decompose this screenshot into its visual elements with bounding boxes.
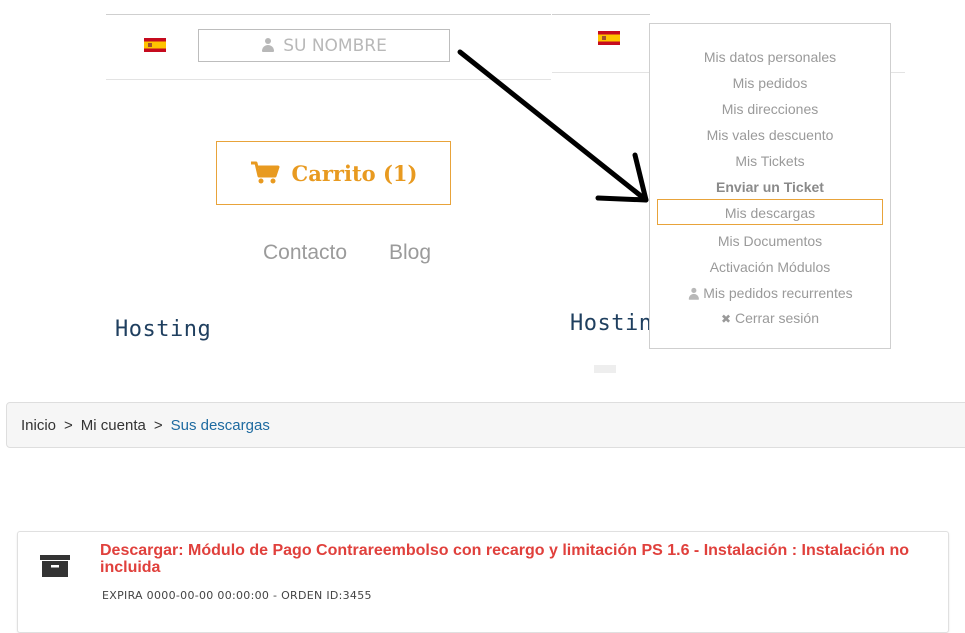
header-top-divider: [106, 14, 551, 15]
breadcrumb-inicio[interactable]: Inicio: [21, 417, 56, 434]
account-dropdown-menu: Mis datos personales Mis pedidos Mis dir…: [649, 23, 891, 349]
breadcrumb-separator: >: [153, 416, 163, 434]
scroll-indicator: [594, 365, 616, 373]
menu-item-activacion-modulos[interactable]: Activación Módulos: [650, 259, 890, 275]
breadcrumb-separator: >: [64, 416, 73, 434]
menu-item-enviar-ticket[interactable]: Enviar un Ticket: [650, 179, 890, 195]
menu-item-pedidos-recurrentes-label: Mis pedidos recurrentes: [703, 285, 853, 301]
menu-item-pedidos[interactable]: Mis pedidos: [650, 75, 890, 91]
menu-item-direcciones[interactable]: Mis direcciones: [650, 101, 890, 117]
cart-label: Carrito (1): [291, 160, 418, 186]
nav-link-blog[interactable]: Blog: [389, 241, 431, 265]
archive-icon: [40, 555, 70, 577]
header-top-divider-right: [552, 14, 650, 15]
breadcrumb-mi-cuenta[interactable]: Mi cuenta: [81, 417, 146, 434]
hosting-menu-link[interactable]: Hosting: [115, 317, 211, 342]
user-icon: [688, 287, 700, 300]
menu-item-documentos[interactable]: Mis Documentos: [650, 233, 890, 249]
menu-item-pedidos-recurrentes[interactable]: Mis pedidos recurrentes: [650, 285, 890, 301]
menu-item-cerrar-sesion-label: Cerrar sesión: [734, 310, 819, 326]
menu-item-vales-descuento[interactable]: Mis vales descuento: [650, 127, 890, 143]
cart-icon: [250, 161, 280, 184]
download-meta: EXPIRA 0000-00-00 00:00:00 - ORDEN ID:34…: [102, 589, 372, 602]
menu-item-descargas[interactable]: Mis descargas: [657, 199, 883, 225]
cart-button[interactable]: Carrito (1): [216, 141, 451, 205]
menu-item-datos-personales[interactable]: Mis datos personales: [650, 49, 890, 65]
menu-item-tickets[interactable]: Mis Tickets: [650, 153, 890, 169]
spanish-flag-icon[interactable]: [144, 38, 166, 52]
user-name-label: SU NOMBRE: [283, 35, 387, 56]
user-name-field[interactable]: SU NOMBRE: [198, 29, 450, 62]
breadcrumb: Inicio > Mi cuenta > Sus descargas: [6, 402, 965, 448]
user-icon: [261, 38, 275, 53]
breadcrumb-sus-descargas: Sus descargas: [170, 416, 270, 434]
hosting-menu-link-partial[interactable]: Hostin: [570, 311, 652, 336]
annotation-arrow-icon: [457, 49, 649, 203]
nav-link-contacto[interactable]: Contacto: [263, 241, 347, 265]
menu-item-cerrar-sesion[interactable]: ✖ Cerrar sesión: [650, 310, 890, 326]
close-icon: ✖: [721, 312, 732, 326]
download-title-link[interactable]: Descargar: Módulo de Pago Contrareembols…: [100, 542, 920, 576]
